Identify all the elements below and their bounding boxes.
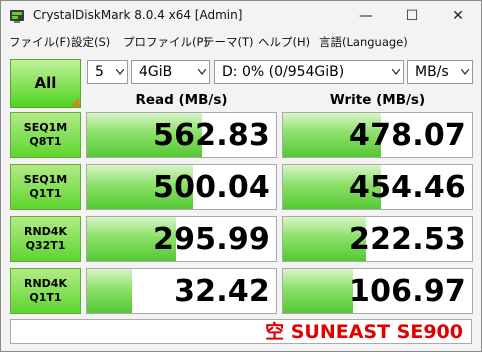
all-button[interactable]: All — [10, 59, 81, 108]
test-button-rnd4k-q1t1[interactable]: RND4K Q1T1 — [10, 268, 81, 314]
test-name: RND4K — [24, 225, 67, 238]
close-button[interactable]: ✕ — [435, 1, 481, 31]
read-progress-fill — [87, 269, 133, 313]
read-result-value: 562.83 — [153, 118, 270, 153]
all-button-label: All — [34, 74, 57, 92]
test-button-seq1m-q8t1[interactable]: SEQ1M Q8T1 — [10, 112, 81, 158]
chevron-down-icon — [461, 69, 469, 75]
title-bar: CrystalDiskMark 8.0.4 x64 [Admin] — ☐ ✕ — [1, 1, 481, 31]
test-name: RND4K — [24, 277, 67, 290]
menu-theme[interactable]: テーマ(T) — [203, 34, 254, 50]
menu-language[interactable]: 言語(Language) — [319, 34, 408, 50]
app-icon — [10, 10, 24, 23]
write-result-cell: 478.07 — [282, 112, 473, 158]
write-result-value: 454.46 — [349, 170, 466, 205]
read-result-cell: 295.99 — [86, 216, 277, 262]
window-title: CrystalDiskMark 8.0.4 x64 [Admin] — [33, 8, 243, 22]
write-progress-fill — [283, 269, 353, 313]
read-result-cell: 500.04 — [86, 164, 277, 210]
drive-select[interactable]: D: 0% (0/954GiB) — [214, 60, 404, 84]
write-result-cell: 106.97 — [282, 268, 473, 314]
write-result-value: 478.07 — [349, 118, 466, 153]
write-column-header: Write (MB/s) — [329, 92, 426, 108]
menu-bar: ファイル(F) 設定(S) プロファイル(P) テーマ(T) ヘルプ(H) 言語… — [1, 31, 481, 53]
test-name: SEQ1M — [23, 173, 68, 186]
menu-file[interactable]: ファイル(F) — [9, 34, 71, 50]
test-count-value: 5 — [95, 64, 104, 80]
test-params: Q1T1 — [29, 187, 62, 200]
menu-settings[interactable]: 設定(S) — [71, 34, 110, 50]
test-name: SEQ1M — [23, 121, 68, 134]
test-count-select[interactable]: 5 — [87, 60, 128, 84]
test-params: Q1T1 — [29, 291, 62, 304]
read-result-cell: 32.42 — [86, 268, 277, 314]
comment-field[interactable]: 空 SUNEAST SE900 — [10, 319, 472, 344]
test-params: Q8T1 — [29, 135, 62, 148]
read-result-value: 295.99 — [153, 222, 270, 257]
write-result-value: 222.53 — [349, 222, 466, 257]
test-params: Q32T1 — [25, 239, 66, 252]
read-column-header: Read (MB/s) — [135, 92, 228, 108]
comment-text: 空 SUNEAST SE900 — [265, 321, 463, 343]
menu-profile[interactable]: プロファイル(P) — [123, 34, 208, 50]
chevron-down-icon — [198, 69, 206, 75]
write-result-value: 106.97 — [349, 274, 466, 309]
unit-select[interactable]: MB/s — [407, 60, 473, 84]
drive-value: D: 0% (0/954GiB) — [222, 64, 345, 80]
test-size-select[interactable]: 4GiB — [131, 60, 210, 84]
menu-help[interactable]: ヘルプ(H) — [258, 34, 310, 50]
chevron-down-icon — [116, 69, 124, 75]
read-result-value: 32.42 — [174, 274, 270, 309]
minimize-button[interactable]: — — [343, 1, 389, 31]
test-button-seq1m-q1t1[interactable]: SEQ1M Q1T1 — [10, 164, 81, 210]
all-corner-marker — [71, 98, 79, 106]
maximize-button[interactable]: ☐ — [389, 1, 435, 31]
write-result-cell: 222.53 — [282, 216, 473, 262]
unit-value: MB/s — [415, 64, 449, 80]
app-window: CrystalDiskMark 8.0.4 x64 [Admin] — ☐ ✕ … — [0, 0, 482, 352]
read-result-value: 500.04 — [153, 170, 270, 205]
chevron-down-icon — [392, 69, 400, 75]
write-result-cell: 454.46 — [282, 164, 473, 210]
test-button-rnd4k-q32t1[interactable]: RND4K Q32T1 — [10, 216, 81, 262]
read-result-cell: 562.83 — [86, 112, 277, 158]
test-size-value: 4GiB — [139, 64, 173, 80]
